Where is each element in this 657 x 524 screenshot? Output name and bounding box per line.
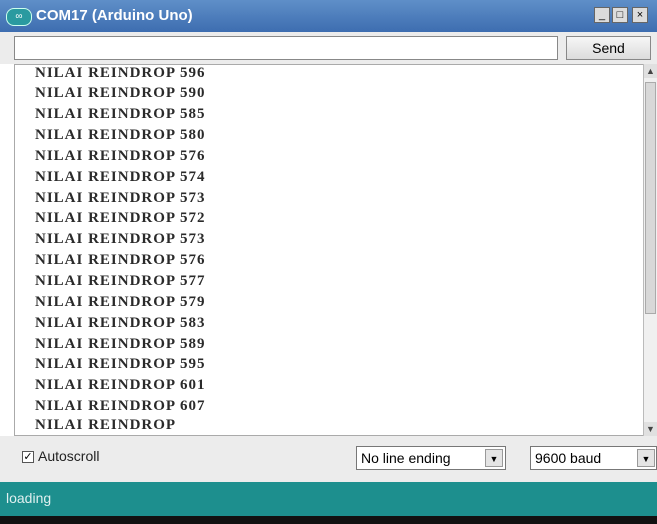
output-line: NILAI REINDROP 589 — [35, 336, 206, 352]
arduino-icon: ∞ — [6, 8, 32, 26]
maximize-button[interactable]: □ — [612, 7, 628, 23]
output-line: NILAI REINDROP 585 — [35, 106, 206, 122]
scroll-down-icon[interactable]: ▼ — [644, 422, 657, 436]
bottom-edge — [0, 516, 657, 524]
status-text: loading — [6, 490, 52, 506]
window-title: COM17 (Arduino Uno) — [36, 7, 193, 24]
scroll-thumb[interactable] — [645, 82, 656, 314]
serial-output-area[interactable]: NILAI REINDROP 596 NILAI REINDROP 590 NI… — [14, 64, 644, 436]
output-line: NILAI REINDROP 579 — [35, 294, 206, 310]
chevron-down-icon[interactable]: ▼ — [637, 449, 655, 467]
baud-rate-value: 9600 baud — [535, 450, 602, 466]
send-button[interactable]: Send — [566, 36, 651, 60]
serial-send-input[interactable] — [14, 36, 558, 60]
line-ending-select[interactable]: No line ending ▼ — [356, 446, 506, 470]
output-line: NILAI REINDROP 583 — [35, 315, 206, 331]
baud-rate-select[interactable]: 9600 baud ▼ — [530, 446, 657, 470]
output-line: NILAI REINDROP 607 — [35, 398, 206, 414]
output-line: NILAI REINDROP 596 — [35, 65, 206, 81]
output-line: NILAI REINDROP 574 — [35, 169, 206, 185]
output-line: NILAI REINDROP — [35, 417, 177, 433]
output-line: NILAI REINDROP 590 — [35, 85, 206, 101]
line-ending-value: No line ending — [361, 450, 451, 466]
output-line: NILAI REINDROP 576 — [35, 252, 206, 268]
output-line: NILAI REINDROP 572 — [35, 210, 206, 226]
autoscroll-label: Autoscroll — [38, 448, 100, 464]
autoscroll-checkbox[interactable]: ✓ — [22, 451, 34, 463]
output-line: NILAI REINDROP 573 — [35, 231, 206, 247]
minimize-button[interactable]: _ — [594, 7, 610, 23]
output-line: NILAI REINDROP 573 — [35, 190, 206, 206]
output-line: NILAI REINDROP 577 — [35, 273, 206, 289]
chevron-down-icon[interactable]: ▼ — [485, 449, 503, 467]
output-line: NILAI REINDROP 595 — [35, 356, 206, 372]
status-bar: loading — [0, 482, 657, 516]
output-line: NILAI REINDROP 601 — [35, 377, 206, 393]
output-line: NILAI REINDROP 580 — [35, 127, 206, 143]
output-line: NILAI REINDROP 576 — [35, 148, 206, 164]
output-scrollbar[interactable]: ▲ ▼ — [643, 64, 657, 436]
close-button[interactable]: × — [632, 7, 648, 23]
scroll-up-icon[interactable]: ▲ — [644, 64, 657, 78]
window-titlebar[interactable]: ∞ COM17 (Arduino Uno) _ □ × — [0, 0, 657, 32]
